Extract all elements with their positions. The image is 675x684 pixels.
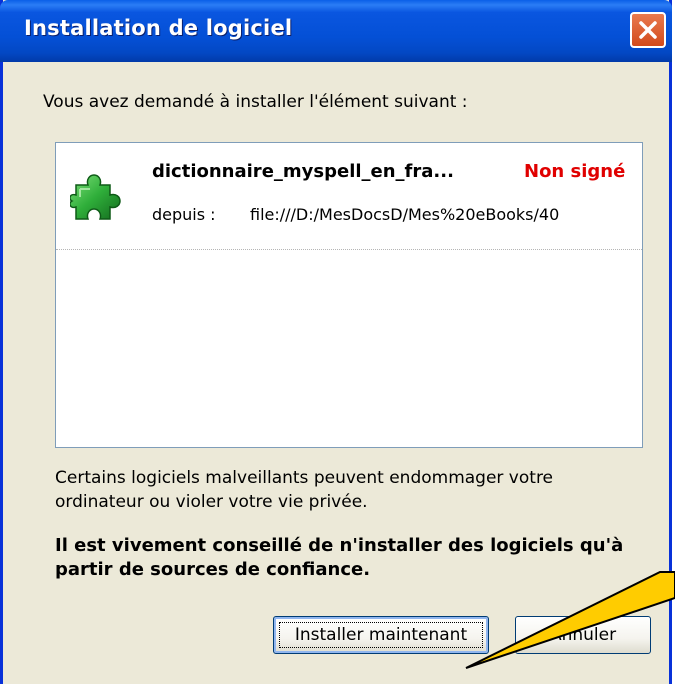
item-list[interactable]: dictionnaire_myspell_en_fra... Non signé… (55, 142, 643, 448)
cancel-label: Annuler (549, 625, 617, 645)
install-dialog: Installation de logiciel Vous avez deman… (0, 0, 672, 684)
install-now-button[interactable]: Installer maintenant (273, 616, 489, 654)
intro-text: Vous avez demandé à installer l'élément … (43, 92, 468, 112)
focus-ring (279, 622, 483, 648)
cancel-button[interactable]: Annuler (515, 616, 651, 654)
source-url: file:///D:/MesDocsD/Mes%20eBooks/40 (250, 205, 560, 224)
title-bar[interactable]: Installation de logiciel (0, 0, 672, 62)
close-button[interactable] (630, 12, 666, 48)
close-icon (639, 21, 657, 39)
advice-text: Il est vivement conseillé de n'installer… (55, 535, 624, 580)
source-label: depuis : (152, 205, 216, 224)
signature-status: Non signé (524, 161, 626, 182)
window-title: Installation de logiciel (24, 16, 293, 40)
item-name: dictionnaire_myspell_en_fra... (152, 161, 454, 182)
warning-text: Certains logiciels malveillants peuvent … (55, 468, 554, 512)
puzzle-piece-icon (70, 174, 121, 220)
list-item[interactable]: dictionnaire_myspell_en_fra... Non signé… (56, 143, 642, 250)
